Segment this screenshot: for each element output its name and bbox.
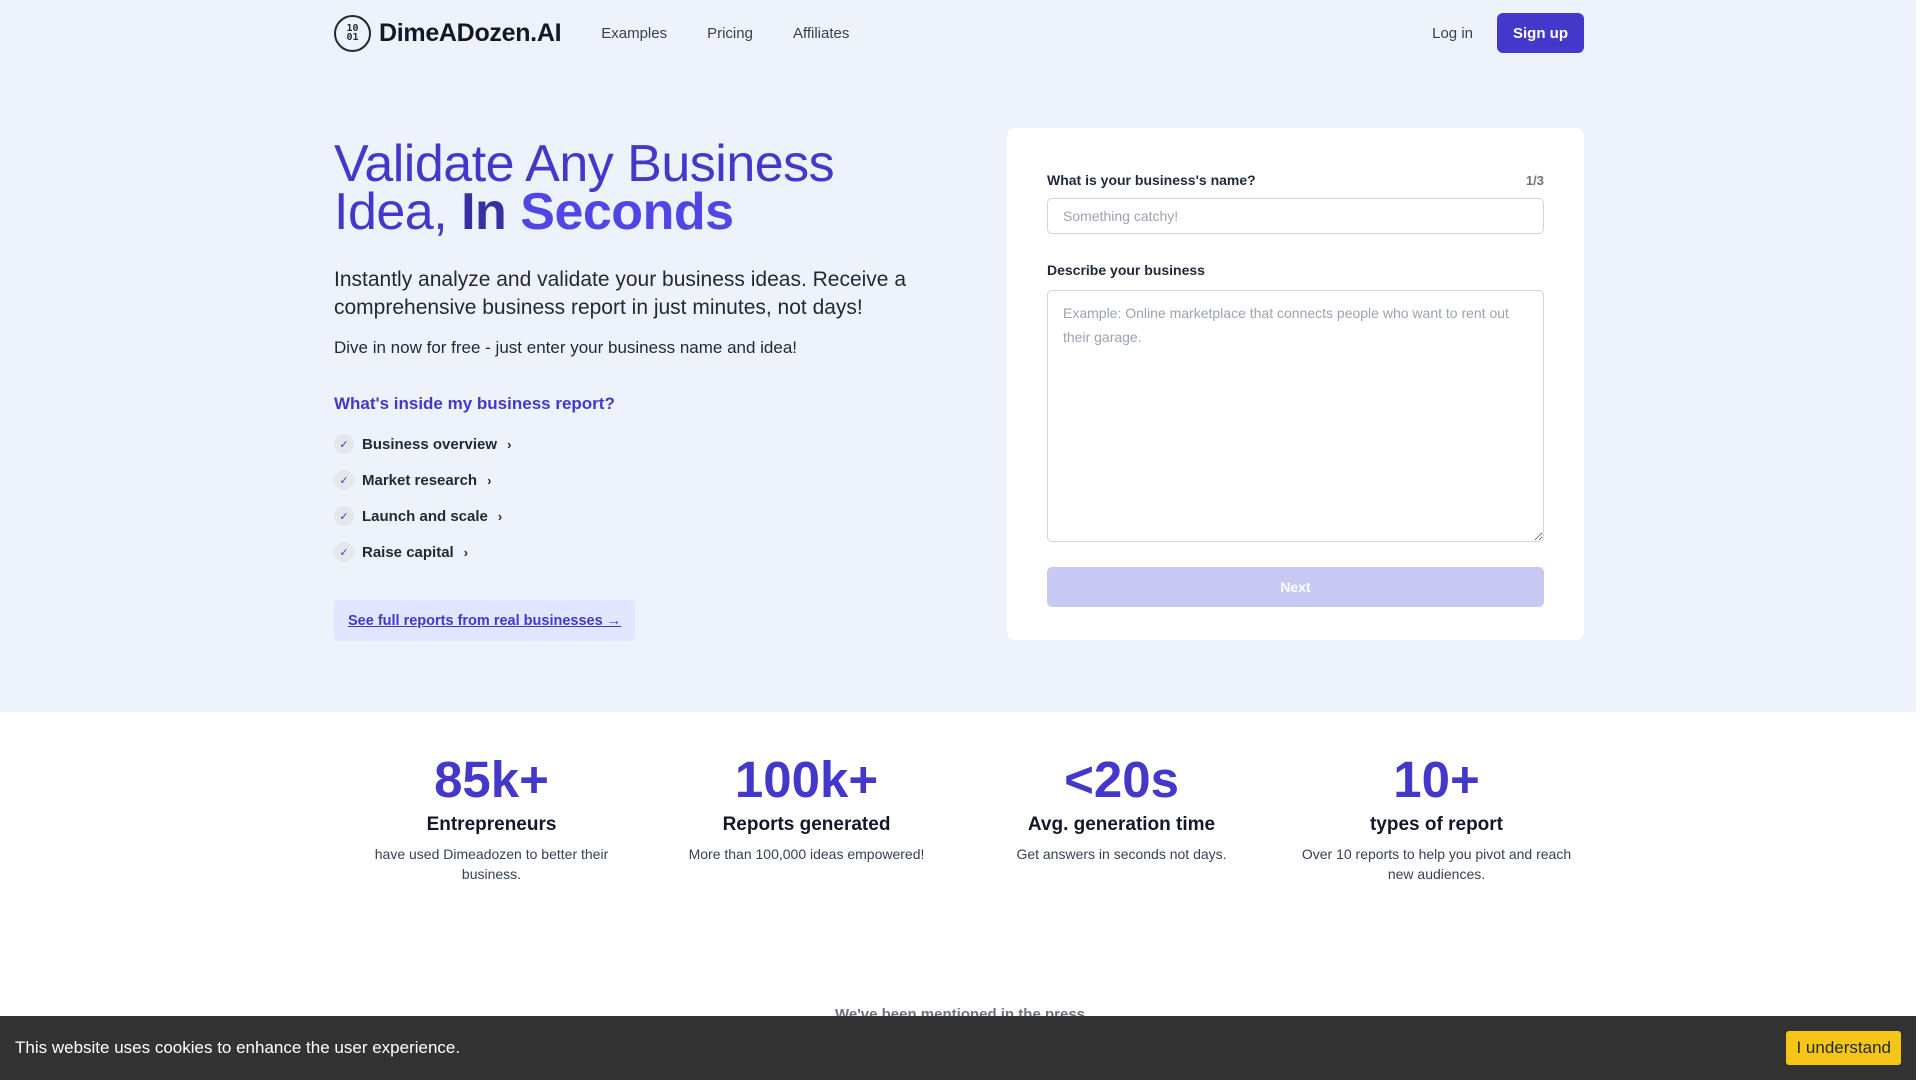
nav-pricing[interactable]: Pricing [707, 25, 753, 42]
stat-number: <20s [1064, 751, 1179, 808]
report-feature-list: ✓ Business overview › ✓ Market research … [334, 426, 954, 570]
feature-label: Launch and scale [362, 507, 488, 525]
login-link[interactable]: Log in [1432, 25, 1473, 42]
feature-label: Business overview [362, 435, 498, 453]
name-field-header: What is your business's name? 1/3 [1047, 172, 1544, 188]
business-form-card: What is your business's name? 1/3 Descri… [1007, 128, 1584, 640]
stat-number: 85k+ [434, 751, 549, 808]
check-icon: ✓ [334, 542, 354, 562]
hero-title: Validate Any Business Idea, In Seconds [334, 135, 835, 241]
stat-title: Reports generated [722, 814, 891, 835]
stat-title: Entrepreneurs [426, 814, 557, 835]
see-full-reports-button[interactable]: See full reports from real businesses → [334, 600, 636, 641]
nav-examples[interactable]: Examples [601, 25, 667, 42]
report-contents-heading: What's inside my business report? [334, 394, 615, 413]
feature-market-research[interactable]: ✓ Market research › [334, 462, 954, 498]
stat-description: have used Dimeadozen to better their bus… [374, 846, 609, 882]
hero-note: Dive in now for free - just enter your b… [334, 338, 798, 357]
hero-background [0, 0, 1916, 712]
stat-report-types: 10+ types of report Over 10 reports to h… [1279, 750, 1594, 884]
top-navbar: 10 01 DimeADozen.AI Examples Pricing Aff… [334, 12, 1584, 54]
check-icon: ✓ [334, 506, 354, 526]
brand-logo[interactable]: 10 01 DimeADozen.AI [334, 14, 562, 52]
brand-name: DimeADozen.AI [379, 18, 562, 47]
chevron-right-icon: › [487, 472, 492, 488]
stat-number: 10+ [1393, 751, 1480, 808]
stat-title: Avg. generation time [1027, 814, 1216, 835]
check-icon: ✓ [334, 434, 354, 454]
feature-label: Raise capital [362, 543, 454, 561]
business-description-label: Describe your business [1047, 262, 1205, 278]
business-description-input[interactable] [1047, 290, 1544, 542]
logo-icon: 10 01 [334, 14, 371, 52]
stat-generation-time: <20s Avg. generation time Get answers in… [964, 750, 1279, 884]
chevron-right-icon: › [463, 544, 469, 560]
stat-reports: 100k+ Reports generated More than 100,00… [649, 750, 964, 884]
cookie-message: This website uses cookies to enhance the… [15, 1038, 461, 1057]
chevron-right-icon: › [497, 508, 503, 524]
signup-button[interactable]: Sign up [1497, 13, 1584, 53]
business-name-input[interactable] [1047, 198, 1544, 234]
hero-content: Validate Any Business Idea, In Seconds I… [334, 135, 954, 641]
stat-title: types of report [1369, 814, 1504, 835]
chevron-right-icon: › [507, 436, 512, 452]
cookie-banner: This website uses cookies to enhance the… [0, 1016, 1916, 1080]
stat-description: Get answers in seconds not days. [1016, 846, 1227, 862]
main-nav: Examples Pricing Affiliates [601, 25, 849, 42]
stat-description: More than 100,000 ideas empowered! [688, 846, 925, 862]
step-indicator: 1/3 [1525, 172, 1544, 188]
description-field: Describe your business [1047, 262, 1544, 547]
feature-business-overview[interactable]: ✓ Business overview › [334, 426, 954, 462]
business-name-label: What is your business's name? [1047, 172, 1256, 188]
stat-description: Over 10 reports to help you pivot and re… [1301, 846, 1572, 882]
hero-subtitle: Instantly analyze and validate your busi… [334, 268, 907, 319]
auth-actions: Log in Sign up [1432, 13, 1584, 53]
next-button[interactable]: Next [1047, 567, 1544, 607]
stat-entrepreneurs: 85k+ Entrepreneurs have used Dimeadozen … [334, 750, 649, 884]
check-icon: ✓ [334, 470, 354, 490]
feature-raise-capital[interactable]: ✓ Raise capital › [334, 534, 954, 570]
feature-label: Market research [362, 471, 478, 489]
cookie-accept-button[interactable]: I understand [1786, 1031, 1901, 1065]
feature-launch-and-scale[interactable]: ✓ Launch and scale › [334, 498, 954, 534]
stat-number: 100k+ [734, 751, 879, 808]
stats-section: 85k+ Entrepreneurs have used Dimeadozen … [334, 750, 1594, 884]
nav-affiliates[interactable]: Affiliates [793, 25, 849, 42]
